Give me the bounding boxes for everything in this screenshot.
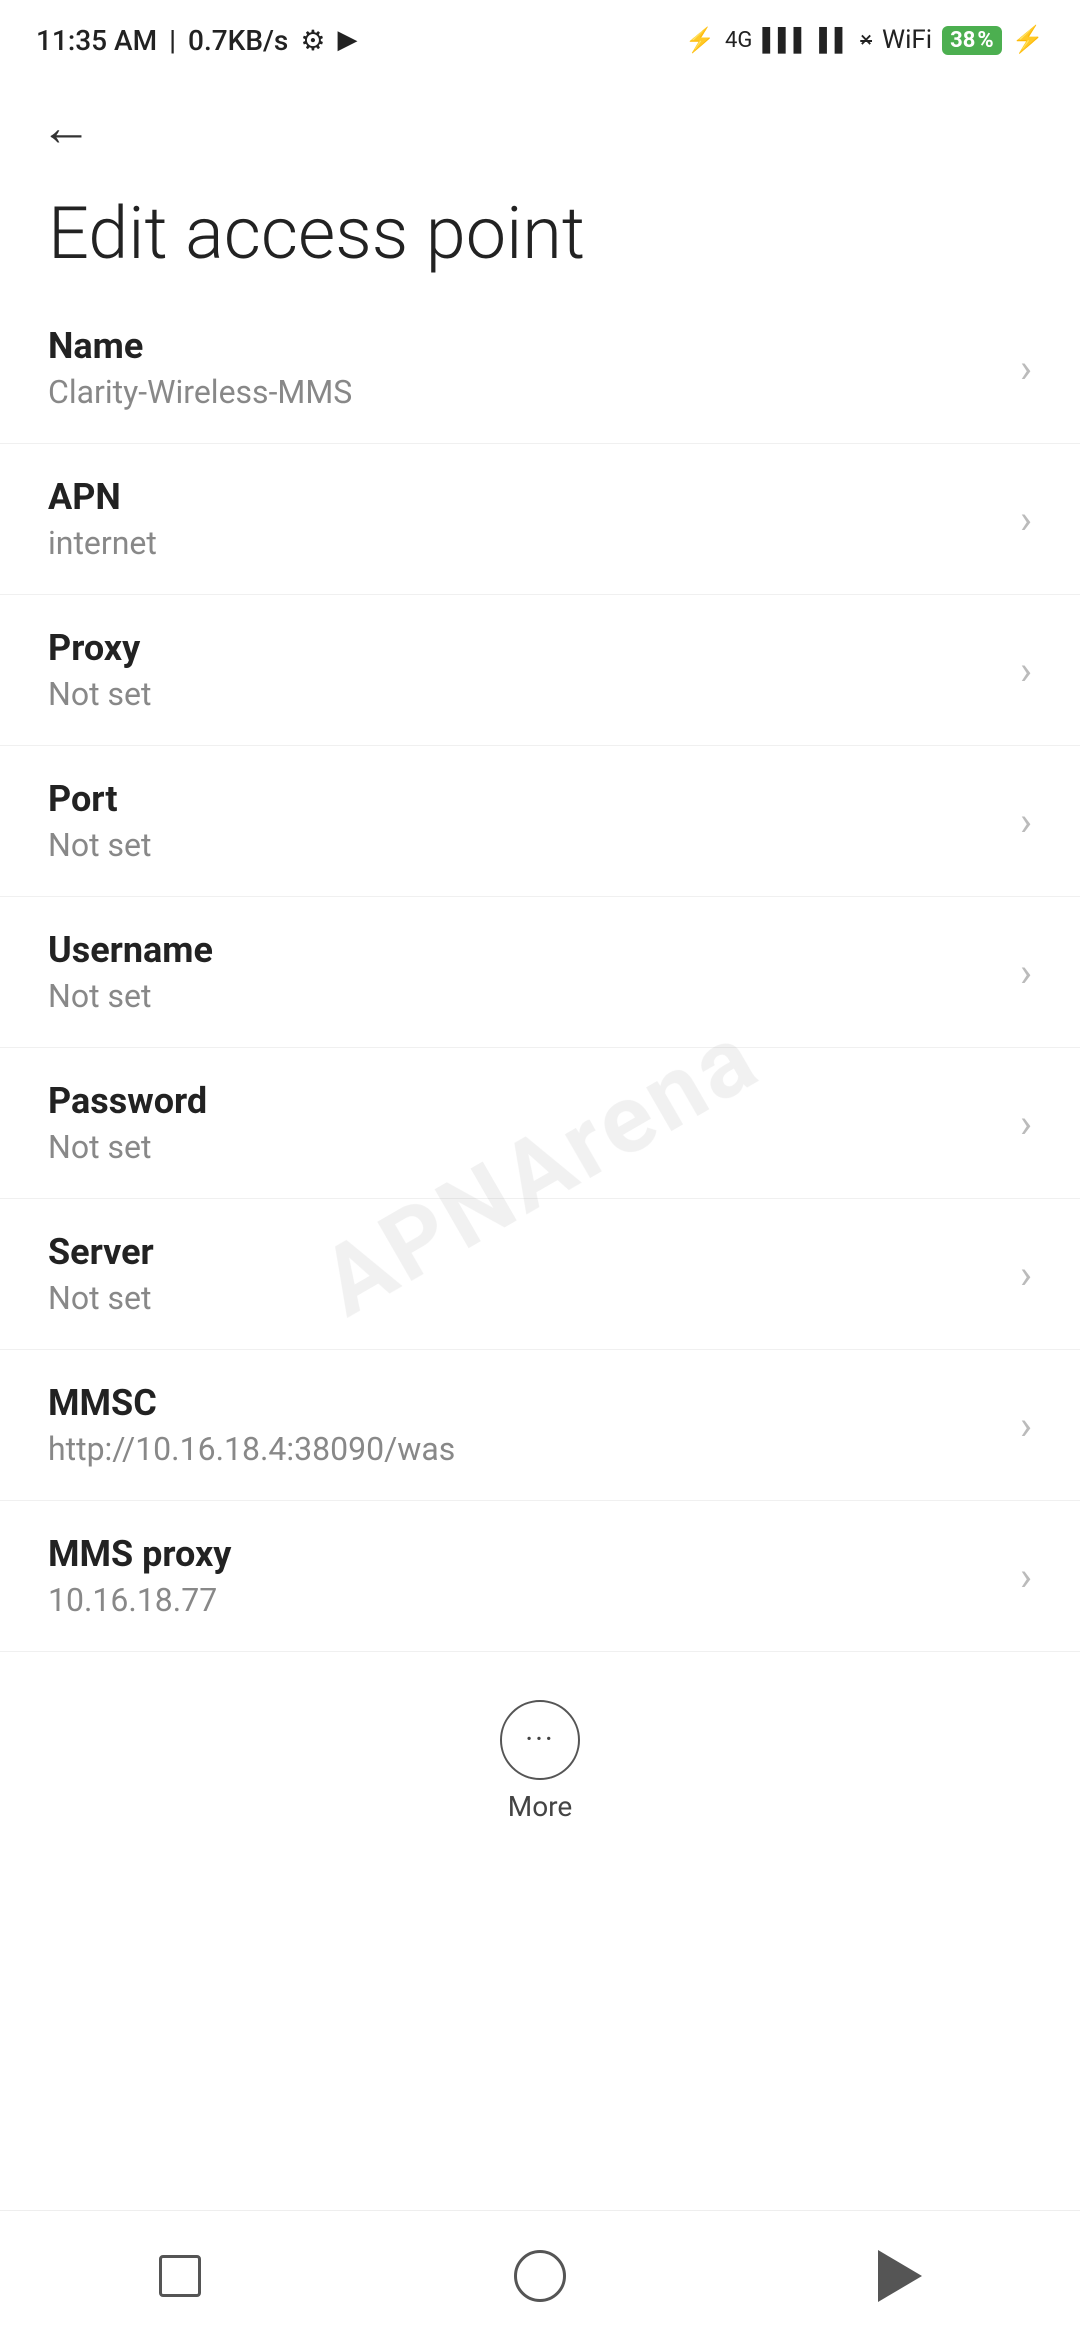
settings-item-label: Port — [48, 778, 1000, 820]
settings-item-content: Proxy Not set — [48, 627, 1000, 713]
settings-item[interactable]: Password Not set › — [0, 1048, 1080, 1199]
battery-indicator: 38 % — [942, 26, 1002, 55]
settings-item-content: Port Not set — [48, 778, 1000, 864]
settings-item[interactable]: Port Not set › — [0, 746, 1080, 897]
time: 11:35 AM — [36, 24, 157, 57]
chevron-right-icon: › — [1020, 1251, 1032, 1298]
more-dots-icon: ··· — [525, 1725, 555, 1755]
speed: | — [169, 24, 176, 57]
settings-item[interactable]: Server Not set › — [0, 1199, 1080, 1350]
status-left: 11:35 AM | 0.7KB/s ⚙ ▶ — [36, 24, 357, 57]
signal-4g-icon: 4G — [725, 28, 752, 53]
network-speed: 0.7KB/s — [188, 24, 288, 57]
settings-icon: ⚙ — [300, 24, 325, 57]
settings-item-label: APN — [48, 476, 1000, 518]
chevron-right-icon: › — [1020, 345, 1032, 392]
more-label: More — [508, 1790, 573, 1823]
chevron-right-icon: › — [1020, 496, 1032, 543]
settings-item-label: MMSC — [48, 1382, 1000, 1424]
settings-item-value: Not set — [48, 977, 1000, 1015]
no-signal-icon: × — [860, 28, 872, 53]
settings-item[interactable]: APN internet › — [0, 444, 1080, 595]
settings-item-value: Not set — [48, 1279, 1000, 1317]
chevron-right-icon: › — [1020, 949, 1032, 996]
settings-item-label: MMS proxy — [48, 1533, 1000, 1575]
settings-item-value: Not set — [48, 675, 1000, 713]
settings-item[interactable]: Username Not set › — [0, 897, 1080, 1048]
status-right: ⚡ 4G ▌▌▌ ▌▌ × WiFi 38 % ⚡ — [685, 25, 1044, 55]
top-nav: ← — [0, 72, 1080, 164]
battery-percent: 38 — [950, 28, 975, 53]
settings-item-content: APN internet — [48, 476, 1000, 562]
recents-icon — [159, 2255, 201, 2297]
wifi-icon: WiFi — [882, 25, 932, 55]
settings-item-label: Password — [48, 1080, 1000, 1122]
home-button[interactable] — [490, 2236, 590, 2316]
settings-item-label: Username — [48, 929, 1000, 971]
battery-percent-sign: % — [977, 28, 993, 53]
chevron-right-icon: › — [1020, 647, 1032, 694]
settings-item[interactable]: MMS proxy 10.16.18.77 › — [0, 1501, 1080, 1652]
recents-button[interactable] — [130, 2236, 230, 2316]
charging-icon: ⚡ — [1012, 25, 1044, 55]
page-title: Edit access point — [0, 164, 1080, 293]
settings-item[interactable]: Proxy Not set › — [0, 595, 1080, 746]
settings-item-content: Name Clarity-Wireless-MMS — [48, 325, 1000, 411]
settings-item-value: Clarity-Wireless-MMS — [48, 373, 1000, 411]
more-button-container: ··· More — [0, 1672, 1080, 1843]
chevron-right-icon: › — [1020, 1553, 1032, 1600]
back-nav-button[interactable] — [850, 2236, 950, 2316]
settings-item-content: Server Not set — [48, 1231, 1000, 1317]
settings-item-value: Not set — [48, 1128, 1000, 1166]
settings-list: Name Clarity-Wireless-MMS › APN internet… — [0, 293, 1080, 1672]
signal-bars2-icon: ▌▌ — [819, 27, 850, 53]
chevron-right-icon: › — [1020, 798, 1032, 845]
settings-item-content: MMS proxy 10.16.18.77 — [48, 1533, 1000, 1619]
settings-item[interactable]: MMSC http://10.16.18.4:38090/was › — [0, 1350, 1080, 1501]
more-button[interactable]: ··· — [500, 1700, 580, 1780]
back-button[interactable]: ← — [40, 102, 92, 154]
settings-item[interactable]: Name Clarity-Wireless-MMS › — [0, 293, 1080, 444]
settings-item-value: 10.16.18.77 — [48, 1581, 1000, 1619]
chevron-right-icon: › — [1020, 1402, 1032, 1449]
settings-item-value: http://10.16.18.4:38090/was — [48, 1430, 1000, 1468]
settings-item-content: Username Not set — [48, 929, 1000, 1015]
settings-item-content: Password Not set — [48, 1080, 1000, 1166]
signal-bars-icon: ▌▌▌ — [762, 27, 809, 53]
settings-item-content: MMSC http://10.16.18.4:38090/was — [48, 1382, 1000, 1468]
back-icon — [878, 2250, 922, 2302]
home-icon — [514, 2250, 566, 2302]
bluetooth-icon: ⚡ — [685, 26, 715, 54]
settings-item-label: Proxy — [48, 627, 1000, 669]
settings-item-label: Name — [48, 325, 1000, 367]
settings-item-value: internet — [48, 524, 1000, 562]
settings-item-value: Not set — [48, 826, 1000, 864]
bottom-nav — [0, 2210, 1080, 2340]
video-icon: ▶ — [337, 25, 357, 55]
settings-item-label: Server — [48, 1231, 1000, 1273]
status-bar: 11:35 AM | 0.7KB/s ⚙ ▶ ⚡ 4G ▌▌▌ ▌▌ × WiF… — [0, 0, 1080, 72]
chevron-right-icon: › — [1020, 1100, 1032, 1147]
